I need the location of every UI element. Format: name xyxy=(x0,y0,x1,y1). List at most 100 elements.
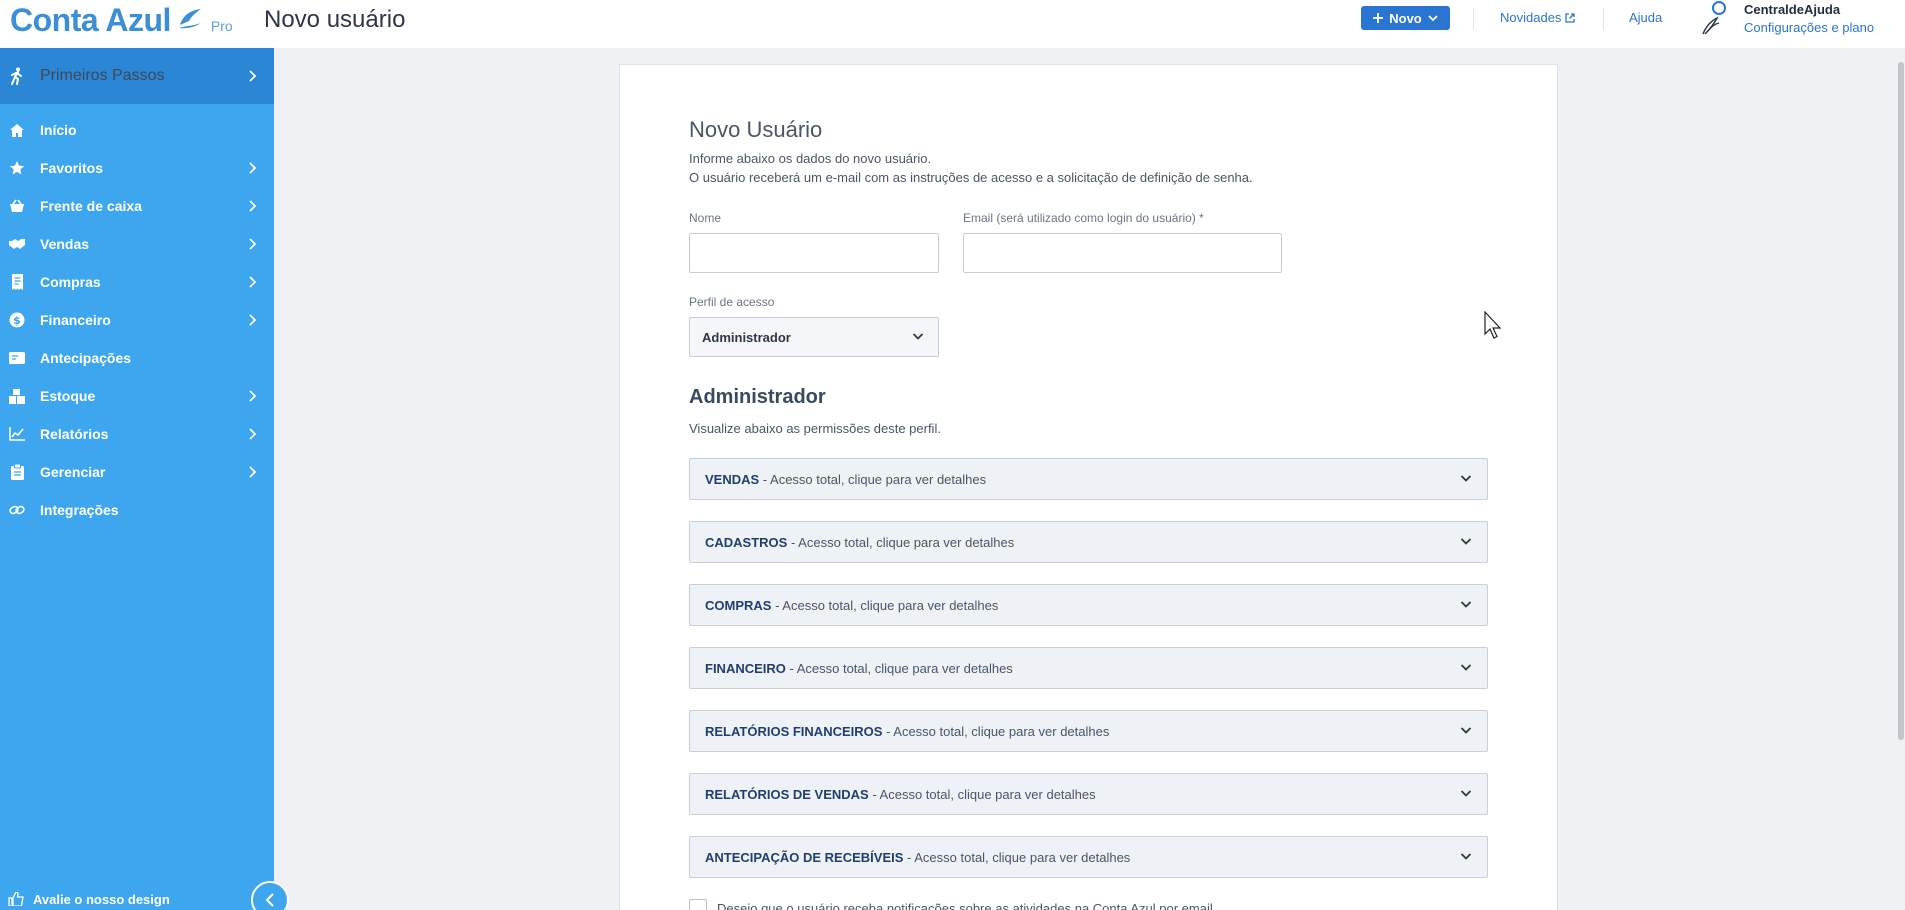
sidebar-item-inicio[interactable]: Início xyxy=(0,111,274,149)
chevron-right-icon xyxy=(249,314,257,326)
permission-row-relatorios-de-vendas[interactable]: RELATÓRIOS DE VENDAS - Acesso total, cli… xyxy=(689,773,1488,815)
scrollbar-thumb[interactable] xyxy=(1898,62,1904,740)
chevron-down-icon xyxy=(1460,601,1472,608)
chevron-down-icon xyxy=(1460,664,1472,671)
sidebar-item-favoritos[interactable]: Favoritos xyxy=(0,149,274,187)
mouse-cursor-icon xyxy=(1484,311,1502,339)
permission-row-antecipacao-de-recebiveis[interactable]: ANTECIPAÇÃO DE RECEBÍVEIS - Acesso total… xyxy=(689,836,1488,878)
sidebar-item-integracoes[interactable]: Integrações xyxy=(0,491,274,529)
notify-checkbox[interactable] xyxy=(689,899,707,910)
email-input[interactable] xyxy=(963,233,1282,273)
notify-label: Desejo que o usuário receba notificações… xyxy=(717,900,1213,910)
header-divider xyxy=(1473,8,1474,30)
form-subtitle: Informe abaixo os dados do novo usuário. xyxy=(689,151,932,166)
permission-name: RELATÓRIOS DE VENDAS xyxy=(705,786,869,802)
scrollbar[interactable] xyxy=(1897,48,1905,910)
sidebar-item-frente-de-caixa[interactable]: Frente de caixa xyxy=(0,187,274,225)
permission-row-financeiro[interactable]: FINANCEIRO - Acesso total, clique para v… xyxy=(689,647,1488,689)
chevron-down-icon xyxy=(1460,790,1472,797)
clipboard-icon xyxy=(9,464,25,480)
external-link-icon xyxy=(1565,12,1576,23)
permission-name: ANTECIPAÇÃO DE RECEBÍVEIS xyxy=(705,849,904,865)
walking-person-icon xyxy=(9,67,25,85)
sidebar-item-antecipacoes[interactable]: Antecipações xyxy=(0,339,274,377)
news-link-label: Novidades xyxy=(1500,10,1562,25)
permission-name: VENDAS xyxy=(705,471,760,487)
settings-plan-link[interactable]: Configurações e plano xyxy=(1744,20,1874,35)
news-link[interactable]: Novidades xyxy=(1500,10,1576,25)
chevron-down-icon xyxy=(1460,475,1472,482)
sidebar-item-relatorios[interactable]: Relatórios xyxy=(0,415,274,453)
dollar-icon: $ xyxy=(9,312,25,328)
permission-desc: - Acesso total, clique para ver detalhes xyxy=(882,723,1110,739)
access-profile-select[interactable]: Administrador xyxy=(689,317,939,357)
profile-title: Administrador xyxy=(689,386,826,408)
boxes-icon xyxy=(9,388,25,404)
permission-row-cadastros[interactable]: CADASTROS - Acesso total, clique para ve… xyxy=(689,521,1488,563)
name-input[interactable] xyxy=(689,233,939,273)
star-icon xyxy=(9,160,25,176)
new-button[interactable]: Novo xyxy=(1361,6,1450,30)
permission-row-compras[interactable]: COMPRAS - Acesso total, clique para ver … xyxy=(689,584,1488,626)
chevron-right-icon xyxy=(249,70,257,82)
logo-text: Conta Azul xyxy=(10,2,171,38)
permission-desc: - Acesso total, clique para ver detalhes xyxy=(771,597,999,613)
page-title: Novo usuário xyxy=(264,6,406,33)
home-icon xyxy=(9,122,25,138)
permission-desc: - Acesso total, clique para ver detalhes xyxy=(787,534,1015,550)
card-icon xyxy=(9,350,25,366)
pro-badge: Pro xyxy=(210,18,233,34)
sidebar-item-label: Gerenciar xyxy=(40,464,106,480)
rate-design-link[interactable]: Avalie o nosso design xyxy=(0,888,274,910)
help-link-label: Ajuda xyxy=(1629,10,1663,25)
permission-desc: - Acesso total, clique para ver detalhes xyxy=(785,660,1013,676)
sidebar-item-label: Favoritos xyxy=(40,160,104,176)
chevron-right-icon xyxy=(249,238,257,250)
permission-desc: - Acesso total, clique para ver detalhes xyxy=(759,471,987,487)
sidebar-item-label: Compras xyxy=(40,274,101,290)
name-label: Nome xyxy=(689,211,722,225)
sidebar-item-label: Antecipações xyxy=(40,350,132,366)
permission-text: RELATÓRIOS FINANCEIROS - Acesso total, c… xyxy=(705,724,1109,739)
chevron-right-icon xyxy=(249,200,257,212)
collapse-sidebar-button[interactable] xyxy=(251,881,289,910)
chevron-down-icon xyxy=(1460,727,1472,734)
permission-row-vendas[interactable]: VENDAS - Acesso total, clique para ver d… xyxy=(689,458,1488,500)
chevron-down-icon xyxy=(1460,538,1472,545)
sidebar-item-label: Primeiros Passos xyxy=(40,67,165,84)
permission-text: ANTECIPAÇÃO DE RECEBÍVEIS - Acesso total… xyxy=(705,850,1130,865)
sidebar-item-label: Frente de caixa xyxy=(40,198,142,214)
permission-row-relatorios-financeiros[interactable]: RELATÓRIOS FINANCEIROS - Acesso total, c… xyxy=(689,710,1488,752)
handshake-icon xyxy=(9,236,25,252)
sidebar-item-first-steps[interactable]: Primeiros Passos xyxy=(0,48,274,104)
sidebar-item-vendas[interactable]: Vendas xyxy=(0,225,274,263)
user-avatar-icon[interactable] xyxy=(1699,0,1729,36)
chevron-down-icon xyxy=(912,333,924,340)
access-profile-value: Administrador xyxy=(702,329,791,345)
sidebar-item-label: Integrações xyxy=(40,502,119,518)
permission-text: COMPRAS - Acesso total, clique para ver … xyxy=(705,598,998,613)
permission-desc: - Acesso total, clique para ver detalhes xyxy=(868,786,1096,802)
form-subtitle: O usuário receberá um e-mail com as inst… xyxy=(689,170,1253,185)
permission-text: CADASTROS - Acesso total, clique para ve… xyxy=(705,535,1014,550)
sidebar-item-gerenciar[interactable]: Gerenciar xyxy=(0,453,274,491)
sidebar-item-label: Financeiro xyxy=(40,312,111,328)
permission-name: FINANCEIRO xyxy=(705,660,786,676)
chart-icon xyxy=(9,426,25,442)
form-title: Novo Usuário xyxy=(689,117,823,142)
sidebar-item-compras[interactable]: Compras xyxy=(0,263,274,301)
permission-name: RELATÓRIOS FINANCEIROS xyxy=(705,723,883,739)
top-header: Conta Azul Pro Novo usuário Novo Novidad… xyxy=(0,0,1905,48)
chevron-right-icon xyxy=(249,162,257,174)
help-link[interactable]: Ajuda xyxy=(1629,10,1662,25)
sidebar-item-estoque[interactable]: Estoque xyxy=(0,377,274,415)
conta-azul-logo[interactable]: Conta Azul Pro xyxy=(10,2,233,39)
user-name[interactable]: CentraldeAjuda xyxy=(1744,2,1840,17)
notify-option[interactable]: Desejo que o usuário receba notificações… xyxy=(689,899,1213,910)
chevron-down-icon xyxy=(1428,14,1438,21)
chevron-right-icon xyxy=(249,428,257,440)
header-divider xyxy=(1603,8,1604,30)
new-user-form-card: Novo Usuário Informe abaixo os dados do … xyxy=(619,64,1558,910)
sidebar-item-label: Início xyxy=(40,122,77,138)
sidebar-item-financeiro[interactable]: $ Financeiro xyxy=(0,301,274,339)
